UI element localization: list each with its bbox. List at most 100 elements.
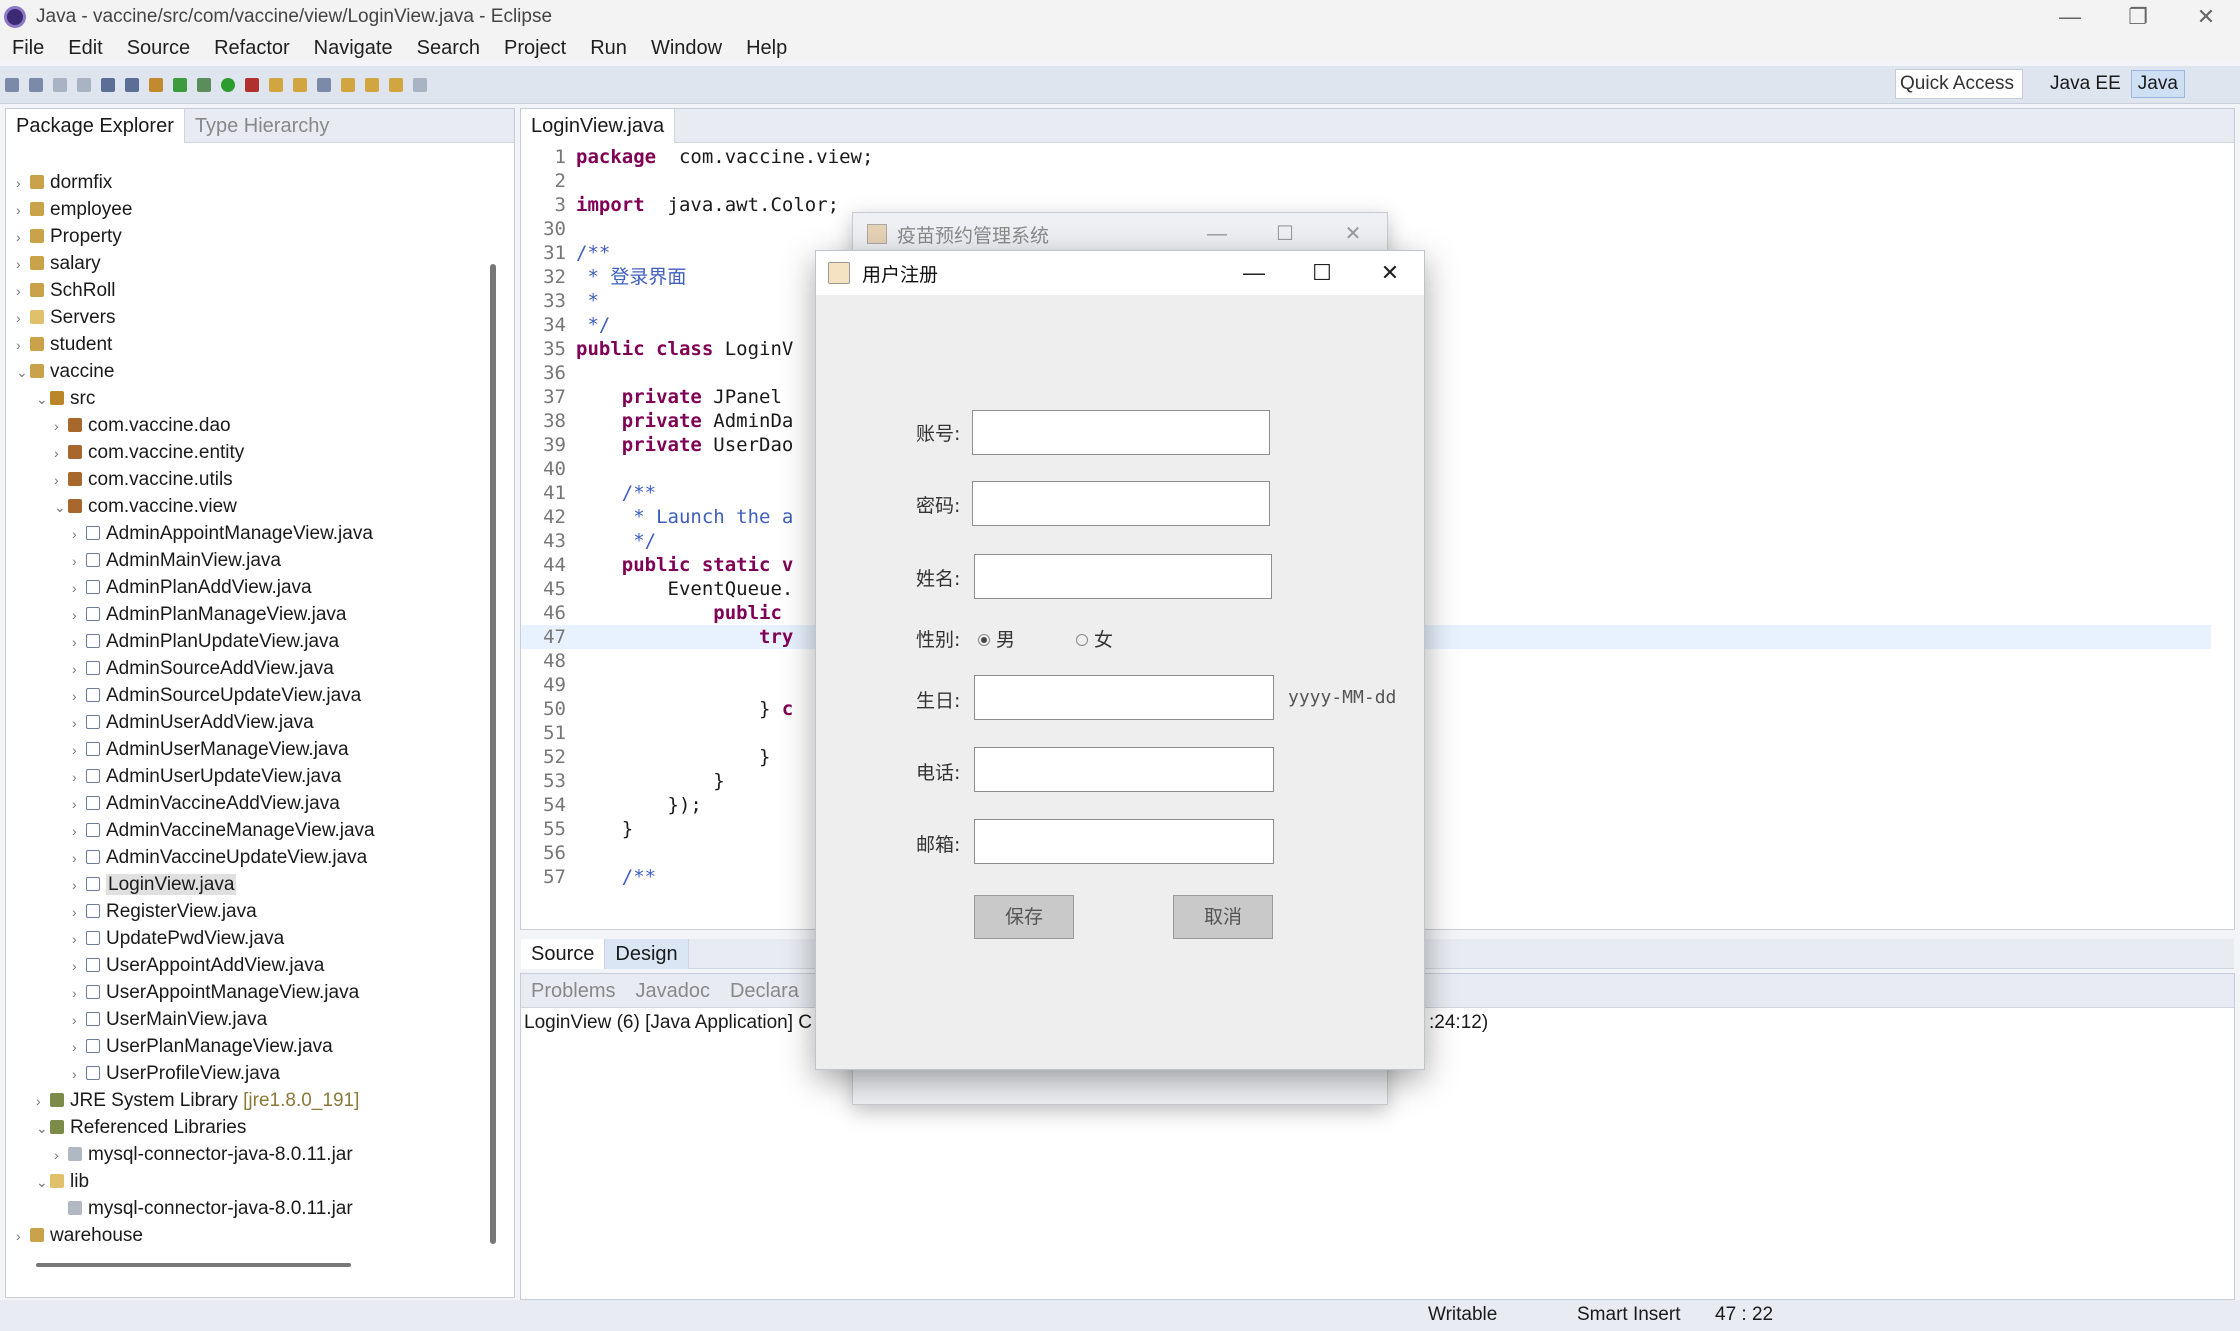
collapsed-chevron-icon[interactable]: › — [72, 980, 86, 1007]
tab-design[interactable]: Design — [605, 938, 689, 969]
run-icon[interactable] — [221, 77, 235, 92]
name-input[interactable] — [974, 554, 1272, 599]
menu-edit[interactable]: Edit — [68, 37, 102, 60]
expanded-chevron-icon[interactable]: ⌄ — [54, 494, 68, 521]
open-type-icon[interactable] — [269, 77, 283, 92]
tree-node[interactable]: › AdminUserManageView.java — [6, 736, 496, 763]
collapsed-chevron-icon[interactable]: › — [72, 818, 86, 845]
tab-type-hierarchy[interactable]: Type Hierarchy — [185, 109, 340, 143]
tree-node[interactable]: ⌄ lib — [6, 1168, 496, 1195]
menu-search[interactable]: Search — [417, 37, 480, 60]
tree-node[interactable]: › LoginView.java — [6, 871, 496, 898]
collapsed-chevron-icon[interactable]: › — [36, 1088, 50, 1115]
gender-female-radio[interactable]: 女 — [1076, 625, 1113, 652]
collapsed-chevron-icon[interactable]: › — [16, 170, 30, 197]
collapsed-chevron-icon[interactable]: › — [16, 278, 30, 305]
back-maximize-button[interactable]: ☐ — [1251, 213, 1319, 255]
tree-node[interactable]: mysql-connector-java-8.0.11.jar — [6, 1195, 496, 1222]
tree-node[interactable]: › AdminSourceAddView.java — [6, 655, 496, 682]
password-input[interactable] — [972, 481, 1270, 526]
collapsed-chevron-icon[interactable]: › — [72, 926, 86, 953]
perspective-java[interactable]: Java — [2130, 70, 2185, 98]
menu-source[interactable]: Source — [127, 37, 190, 60]
tab-package-explorer[interactable]: Package Explorer — [6, 108, 185, 143]
cancel-button[interactable]: 取消 — [1173, 895, 1273, 939]
save-icon[interactable] — [29, 77, 43, 92]
terminal-icon[interactable] — [101, 77, 115, 92]
tab-javadoc[interactable]: Javadoc — [625, 974, 720, 1008]
account-input[interactable] — [972, 410, 1270, 455]
tree-node[interactable]: › com.vaccine.utils — [6, 466, 496, 493]
tree-node[interactable]: ⌄ src — [6, 385, 496, 412]
tree-node[interactable]: › AdminVaccineAddView.java — [6, 790, 496, 817]
menu-window[interactable]: Window — [651, 37, 722, 60]
collapsed-chevron-icon[interactable]: › — [16, 224, 30, 251]
external-tools-icon[interactable] — [245, 77, 259, 92]
collapsed-chevron-icon[interactable]: › — [72, 1034, 86, 1061]
collapsed-chevron-icon[interactable]: › — [16, 305, 30, 332]
tree-node[interactable]: › AdminPlanManageView.java — [6, 601, 496, 628]
maximize-button[interactable]: ❐ — [2104, 0, 2172, 34]
save-all-icon[interactable] — [53, 77, 67, 92]
collapsed-chevron-icon[interactable]: › — [16, 1223, 30, 1250]
tree-node[interactable]: › AdminPlanAddView.java — [6, 574, 496, 601]
collapsed-chevron-icon[interactable]: › — [72, 629, 86, 656]
save-button[interactable]: 保存 — [974, 895, 1074, 939]
dialog-minimize-button[interactable]: — — [1220, 251, 1288, 295]
menu-help[interactable]: Help — [746, 37, 787, 60]
tree-node[interactable]: › Property — [6, 223, 496, 250]
tree-node[interactable]: › Servers — [6, 304, 496, 331]
tree-node[interactable]: › UserProfileView.java — [6, 1060, 496, 1087]
collapsed-chevron-icon[interactable]: › — [72, 737, 86, 764]
tree-node[interactable]: › AdminVaccineManageView.java — [6, 817, 496, 844]
back-close-button[interactable]: ✕ — [1319, 213, 1387, 255]
tree-node[interactable]: › UserAppointAddView.java — [6, 952, 496, 979]
tree-node[interactable]: › AdminMainView.java — [6, 547, 496, 574]
dialog-close-button[interactable]: ✕ — [1356, 251, 1424, 295]
collapsed-chevron-icon[interactable]: › — [54, 1142, 68, 1169]
collapsed-chevron-icon[interactable]: › — [16, 197, 30, 224]
tree-node[interactable]: › SchRoll — [6, 277, 496, 304]
collapsed-chevron-icon[interactable]: › — [54, 440, 68, 467]
new-package-icon[interactable] — [149, 77, 163, 92]
dialog-maximize-button[interactable]: ☐ — [1288, 251, 1356, 295]
menu-project[interactable]: Project — [504, 37, 566, 60]
tree-node[interactable]: › AdminSourceUpdateView.java — [6, 682, 496, 709]
collapsed-chevron-icon[interactable]: › — [72, 602, 86, 629]
tree-node[interactable]: › student — [6, 331, 496, 358]
tree-node[interactable]: › AdminVaccineUpdateView.java — [6, 844, 496, 871]
tree-node[interactable]: › AdminUserUpdateView.java — [6, 763, 496, 790]
collapsed-chevron-icon[interactable]: › — [72, 1061, 86, 1088]
collapsed-chevron-icon[interactable]: › — [16, 332, 30, 359]
collapsed-chevron-icon[interactable]: › — [54, 413, 68, 440]
explorer-scrollbar[interactable] — [490, 264, 496, 1244]
tree-node[interactable]: › AdminPlanUpdateView.java — [6, 628, 496, 655]
tree-node[interactable]: ⌄ com.vaccine.view — [6, 493, 496, 520]
tree-node[interactable]: › employee — [6, 196, 496, 223]
tree-node[interactable]: › com.vaccine.entity — [6, 439, 496, 466]
tree-node[interactable]: › JRE System Library [jre1.8.0_191] — [6, 1087, 496, 1114]
back-icon[interactable] — [389, 77, 403, 92]
collapsed-chevron-icon[interactable]: › — [72, 899, 86, 926]
tree-node[interactable]: › RegisterView.java — [6, 898, 496, 925]
tree-node[interactable]: › UserPlanManageView.java — [6, 1033, 496, 1060]
annotation-icon[interactable] — [341, 77, 355, 92]
tree-node[interactable]: › UserMainView.java — [6, 1006, 496, 1033]
collapsed-chevron-icon[interactable]: › — [72, 683, 86, 710]
tree-node[interactable]: › com.vaccine.dao — [6, 412, 496, 439]
new-icon[interactable] — [5, 77, 19, 92]
collapsed-chevron-icon[interactable]: › — [72, 1007, 86, 1034]
new-class-icon[interactable] — [173, 77, 187, 92]
tab-loginview-java[interactable]: LoginView.java — [521, 108, 676, 143]
back-minimize-button[interactable]: — — [1183, 213, 1251, 255]
tree-node[interactable]: ⌄ Referenced Libraries — [6, 1114, 496, 1141]
open-folder-icon[interactable] — [293, 77, 307, 92]
expanded-chevron-icon[interactable]: ⌄ — [36, 1115, 50, 1142]
collapsed-chevron-icon[interactable]: › — [72, 953, 86, 980]
collapsed-chevron-icon[interactable]: › — [72, 764, 86, 791]
collapsed-chevron-icon[interactable]: › — [72, 872, 86, 899]
print-icon[interactable] — [77, 77, 91, 92]
menu-navigate[interactable]: Navigate — [314, 37, 393, 60]
expanded-chevron-icon[interactable]: ⌄ — [36, 1169, 50, 1196]
tree-node[interactable]: › UpdatePwdView.java — [6, 925, 496, 952]
